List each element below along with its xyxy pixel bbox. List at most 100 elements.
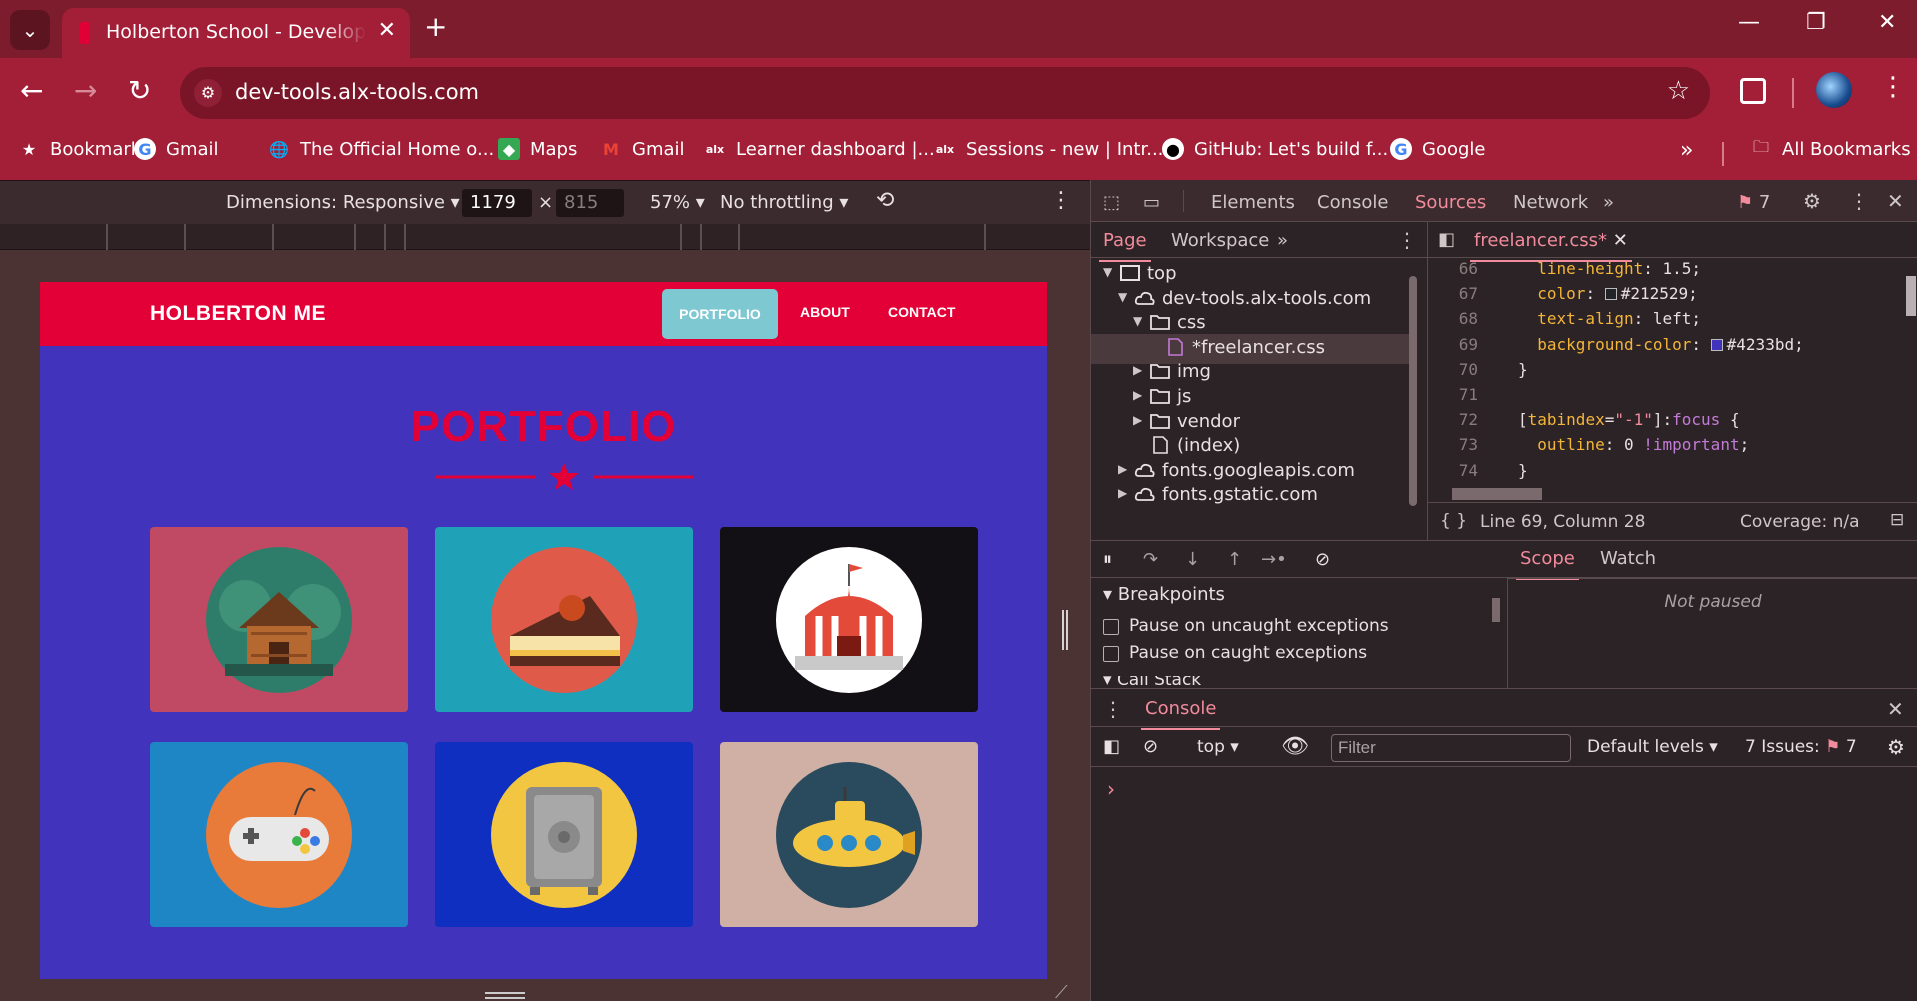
- expand-arrow-icon[interactable]: ▶: [1118, 462, 1127, 476]
- site-brand[interactable]: HOLBERTON ME: [150, 302, 326, 326]
- line-number[interactable]: 67: [1438, 284, 1478, 303]
- more-tabs-icon[interactable]: »: [1603, 192, 1614, 213]
- portfolio-item-cabin[interactable]: [150, 527, 408, 712]
- nav-portfolio-link[interactable]: PORTFOLIO: [662, 289, 778, 339]
- code-line[interactable]: 66 line-height: 1.5;: [1428, 259, 1898, 284]
- throttling-dropdown[interactable]: No throttling ▾: [720, 192, 848, 213]
- drawer-menu-icon[interactable]: ⋮: [1103, 697, 1123, 721]
- devtools-menu-icon[interactable]: ⋮: [1849, 189, 1869, 213]
- toggle-sidebar-icon[interactable]: ⊟: [1890, 510, 1904, 530]
- context-selector[interactable]: top ▾: [1197, 737, 1239, 757]
- line-number[interactable]: 72: [1438, 410, 1478, 429]
- toggle-navigator-icon[interactable]: ◧: [1438, 229, 1455, 250]
- portfolio-item-submarine[interactable]: [720, 742, 978, 927]
- bookmark-item[interactable]: alx Learner dashboard |...: [704, 138, 935, 160]
- caught-checkbox[interactable]: [1103, 646, 1119, 662]
- bookmark-item[interactable]: ★ Bookmarks: [18, 138, 151, 160]
- new-tab-button[interactable]: +: [424, 10, 447, 43]
- nav-about-link[interactable]: ABOUT: [800, 304, 850, 320]
- scroll-thumb[interactable]: [1409, 276, 1417, 506]
- breakpoints-scrollbar[interactable]: [1489, 580, 1503, 686]
- code-line[interactable]: 73 outline: 0 !important;: [1428, 435, 1898, 460]
- editor-file-tab[interactable]: freelancer.css* ✕: [1470, 230, 1632, 262]
- line-number[interactable]: 74: [1438, 461, 1478, 480]
- line-number[interactable]: 73: [1438, 435, 1478, 454]
- reload-icon[interactable]: ↻: [128, 74, 151, 108]
- step-into-icon[interactable]: ↓: [1185, 549, 1200, 570]
- tab-watch[interactable]: Watch: [1600, 548, 1656, 569]
- bookmark-item[interactable]: M Gmail: [600, 138, 684, 160]
- bookmark-item[interactable]: ● GitHub: Let's build f...: [1162, 138, 1388, 160]
- vertical-scrollbar[interactable]: [1902, 258, 1917, 484]
- site-info-icon[interactable]: ⚙: [194, 79, 222, 107]
- back-icon[interactable]: ←: [20, 74, 43, 108]
- close-tab-icon[interactable]: ✕: [378, 18, 396, 43]
- tab-search-button[interactable]: ⌄: [10, 10, 50, 50]
- line-number[interactable]: 70: [1438, 360, 1478, 379]
- bookmark-item[interactable]: alx Sessions - new | Intr...: [934, 138, 1164, 160]
- expand-arrow-icon[interactable]: ▶: [1118, 486, 1127, 500]
- scroll-thumb[interactable]: [1452, 488, 1542, 500]
- breakpoints-header[interactable]: ▾ Breakpoints: [1103, 584, 1225, 605]
- horizontal-scrollbar[interactable]: [1428, 484, 1898, 502]
- media-query-ruler[interactable]: [0, 224, 1090, 250]
- tab-workspace[interactable]: Workspace: [1171, 230, 1269, 251]
- kebab-menu-icon[interactable]: ⋮: [1880, 72, 1906, 102]
- zoom-dropdown[interactable]: 57% ▾: [650, 192, 705, 213]
- code-line[interactable]: 67 color: #212529;: [1428, 284, 1898, 309]
- code-line[interactable]: 74}: [1428, 461, 1898, 486]
- more-nav-tabs-icon[interactable]: »: [1277, 230, 1288, 251]
- console-filter-input[interactable]: [1331, 734, 1571, 762]
- bookmark-item[interactable]: ◆ Maps: [498, 138, 577, 160]
- expand-arrow-icon[interactable]: ▼: [1133, 314, 1142, 328]
- tab-elements[interactable]: Elements: [1211, 192, 1295, 213]
- tab-page[interactable]: Page: [1099, 230, 1151, 262]
- nav-contact-link[interactable]: CONTACT: [888, 304, 955, 320]
- pause-icon[interactable]: ⏸: [1103, 549, 1112, 570]
- bookmark-star-icon[interactable]: ☆: [1667, 76, 1690, 106]
- active-tab[interactable]: Holberton School - Developer tools ✕: [62, 8, 410, 58]
- navigator-menu-icon[interactable]: ⋮: [1397, 228, 1417, 252]
- step-over-icon[interactable]: ↷: [1143, 549, 1158, 570]
- line-number[interactable]: 71: [1438, 385, 1478, 404]
- restore-icon[interactable]: ❐: [1806, 10, 1826, 35]
- settings-gear-icon[interactable]: ⚙: [1803, 189, 1821, 213]
- issues-badge[interactable]: ⚑ 7: [1737, 192, 1770, 213]
- tab-sources[interactable]: Sources: [1410, 192, 1491, 224]
- extensions-icon[interactable]: [1740, 78, 1766, 104]
- portfolio-item-game[interactable]: [150, 742, 408, 927]
- forward-icon[interactable]: →: [74, 74, 97, 108]
- width-input[interactable]: 1179: [462, 189, 532, 217]
- expand-arrow-icon[interactable]: ▼: [1118, 290, 1127, 304]
- clear-console-icon[interactable]: ⊘: [1143, 736, 1158, 757]
- pretty-print-icon[interactable]: { }: [1440, 511, 1467, 531]
- code-line[interactable]: 72 [tabindex="-1"]:focus {: [1428, 410, 1898, 435]
- deactivate-breakpoints-icon[interactable]: ⊘: [1315, 549, 1330, 570]
- tab-console-drawer[interactable]: Console: [1140, 698, 1221, 730]
- console-prompt[interactable]: ›: [1107, 777, 1115, 801]
- expand-arrow-icon[interactable]: ▶: [1133, 388, 1142, 402]
- rotate-icon[interactable]: ⟲: [876, 188, 894, 213]
- code-area[interactable]: 66 line-height: 1.5; 67 color: #212529; 68…: [1428, 258, 1898, 484]
- close-drawer-icon[interactable]: ✕: [1887, 697, 1904, 721]
- call-stack-header[interactable]: ▾ Call Stack: [1103, 676, 1201, 688]
- close-devtools-icon[interactable]: ✕: [1887, 189, 1904, 213]
- issues-counter[interactable]: 7 Issues: ⚑ 7: [1745, 737, 1857, 757]
- bookmark-item[interactable]: G Gmail: [134, 138, 219, 160]
- expand-arrow-icon[interactable]: ▶: [1133, 413, 1142, 427]
- tab-network[interactable]: Network: [1513, 192, 1588, 213]
- step-out-icon[interactable]: ↑: [1227, 549, 1242, 570]
- tree-item[interactable]: ▶ fonts.gstatic.com: [1091, 481, 1409, 511]
- scroll-thumb[interactable]: [1906, 276, 1916, 316]
- minimize-icon[interactable]: —: [1738, 10, 1760, 35]
- right-resize-handle[interactable]: [1062, 610, 1068, 650]
- device-toggle-icon[interactable]: ▭: [1143, 192, 1160, 213]
- bookmarks-overflow-button[interactable]: »: [1680, 138, 1693, 163]
- code-line[interactable]: 68 text-align: left;: [1428, 309, 1898, 334]
- uncaught-checkbox[interactable]: [1103, 619, 1119, 635]
- profile-avatar[interactable]: [1816, 72, 1852, 108]
- code-line[interactable]: 69 background-color: #4233bd;: [1428, 335, 1898, 360]
- expand-arrow-icon[interactable]: ▶: [1133, 363, 1142, 377]
- live-expression-eye-icon[interactable]: 👁: [1281, 734, 1309, 759]
- bookmark-item[interactable]: G Google: [1390, 138, 1485, 160]
